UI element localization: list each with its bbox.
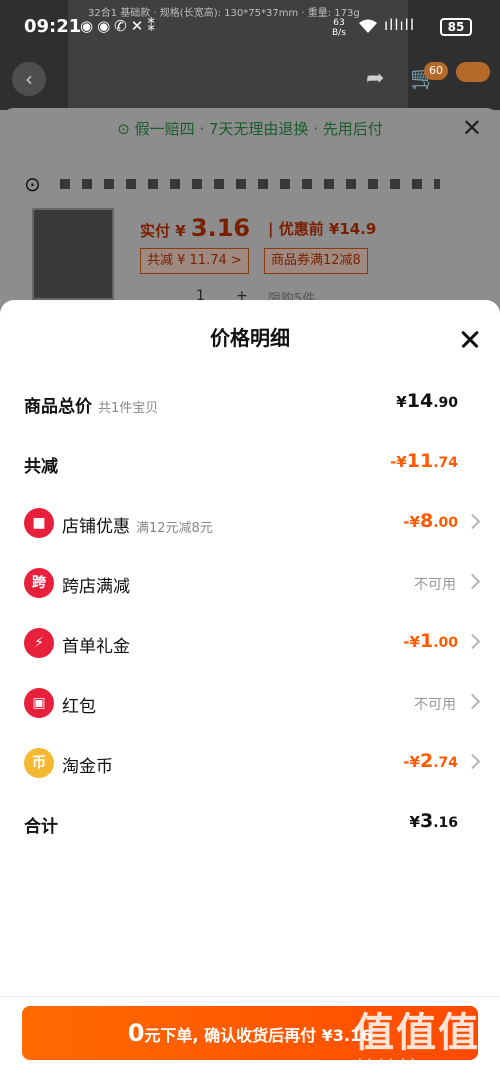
total-reduce-chip: 共减 ¥ 11.74 > (140, 248, 249, 274)
row-grand-total: 合计 ¥3.16 (0, 800, 500, 850)
background-close-icon: ✕ (461, 114, 482, 142)
wifi-icon (358, 18, 378, 38)
price-before-discount: | 优惠前 ¥14.9 (268, 220, 377, 238)
address-row: ⊙ (24, 170, 484, 198)
chevron-right-icon (464, 513, 481, 530)
row-label: 店铺优惠 满12元减8元 (62, 517, 213, 537)
status-bar: 09:21 ◉◉✆✕⁑ 63 B/s ıllıll 85 (0, 0, 500, 58)
battery-icon: 85 (440, 18, 472, 36)
sheet-title: 价格明细 (210, 326, 290, 350)
row-taobao-coins[interactable]: 币 淘金币 -¥2.74 (0, 740, 500, 790)
shop-icon: ■ (24, 508, 54, 538)
chevron-right-icon (464, 633, 481, 650)
watermark-text: zhizhizhi.com (350, 1056, 452, 1074)
back-icon: ‹ (12, 62, 46, 96)
unavailable-text: 不可用 (414, 697, 456, 713)
price-detail-sheet: 价格明细 商品总价 共1件宝贝 ¥14.90 共减 -¥11.74 ■ 店铺优惠满… (0, 300, 500, 1080)
actual-price: 实付 ¥ 3.16 (140, 214, 251, 242)
row-label: 首单礼金 (62, 637, 130, 657)
close-icon[interactable] (456, 326, 484, 354)
share-icon: ➦ (366, 66, 385, 91)
masked-address (60, 179, 440, 189)
status-time: 09:21 (24, 16, 82, 37)
cart-badge: 60 (424, 62, 448, 80)
guarantee-banner: ⊙ 假一赔四 · 7天无理由退换 · 先用后付 (117, 120, 383, 138)
coins-value: -¥2.74 (403, 750, 458, 772)
red-packet-icon: ▣ (24, 688, 54, 718)
lightning-icon: ⚡ (24, 628, 54, 658)
product-thumbnail (32, 208, 114, 300)
more-menu-icon (456, 62, 490, 82)
row-label: 跨店满减 (62, 577, 130, 597)
row-red-packet[interactable]: ▣ 红包 不可用 (0, 680, 500, 730)
chevron-right-icon (464, 573, 481, 590)
coupon-chip: 商品券满12减8 (264, 248, 368, 274)
row-total-price: 商品总价 共1件宝贝 ¥14.90 (0, 380, 500, 430)
unavailable-text: 不可用 (414, 577, 456, 593)
row-label: 共减 (24, 457, 58, 477)
network-speed: 63 B/s (332, 18, 346, 38)
first-order-value: -¥1.00 (403, 630, 458, 652)
row-shop-discount[interactable]: ■ 店铺优惠 满12元减8元 -¥8.00 (0, 500, 500, 550)
shop-discount-value: -¥8.00 (403, 510, 458, 532)
bottom-divider (0, 996, 500, 997)
row-label: 红包 (62, 697, 96, 717)
row-cross-store[interactable]: 跨 跨店满减 不可用 (0, 560, 500, 610)
row-first-order-gift[interactable]: ⚡ 首单礼金 -¥1.00 (0, 620, 500, 670)
signal-icon: ıllıll (384, 16, 416, 34)
chevron-right-icon (464, 693, 481, 710)
row-label: 商品总价 共1件宝贝 (24, 397, 159, 417)
row-label: 淘金币 (62, 757, 113, 777)
location-pin-icon: ⊙ (24, 172, 41, 196)
row-total-reduction: 共减 -¥11.74 (0, 440, 500, 490)
total-price-value: ¥14.90 (396, 390, 458, 412)
cross-store-icon: 跨 (24, 568, 54, 598)
total-reduction-value: -¥11.74 (390, 450, 458, 472)
row-label: 合计 (24, 817, 58, 837)
watermark-logo: 值值值 (354, 1010, 480, 1056)
item-count: 共1件宝贝 (98, 401, 159, 416)
grand-total-value: ¥3.16 (409, 810, 458, 832)
shop-discount-rule: 满12元减8元 (136, 521, 213, 536)
notification-icons: ◉◉✆✕⁑ (80, 17, 159, 35)
coin-icon: 币 (24, 748, 54, 778)
watermark: 值值值 zhizhizhi.com (340, 1000, 500, 1080)
chevron-right-icon (464, 753, 481, 770)
